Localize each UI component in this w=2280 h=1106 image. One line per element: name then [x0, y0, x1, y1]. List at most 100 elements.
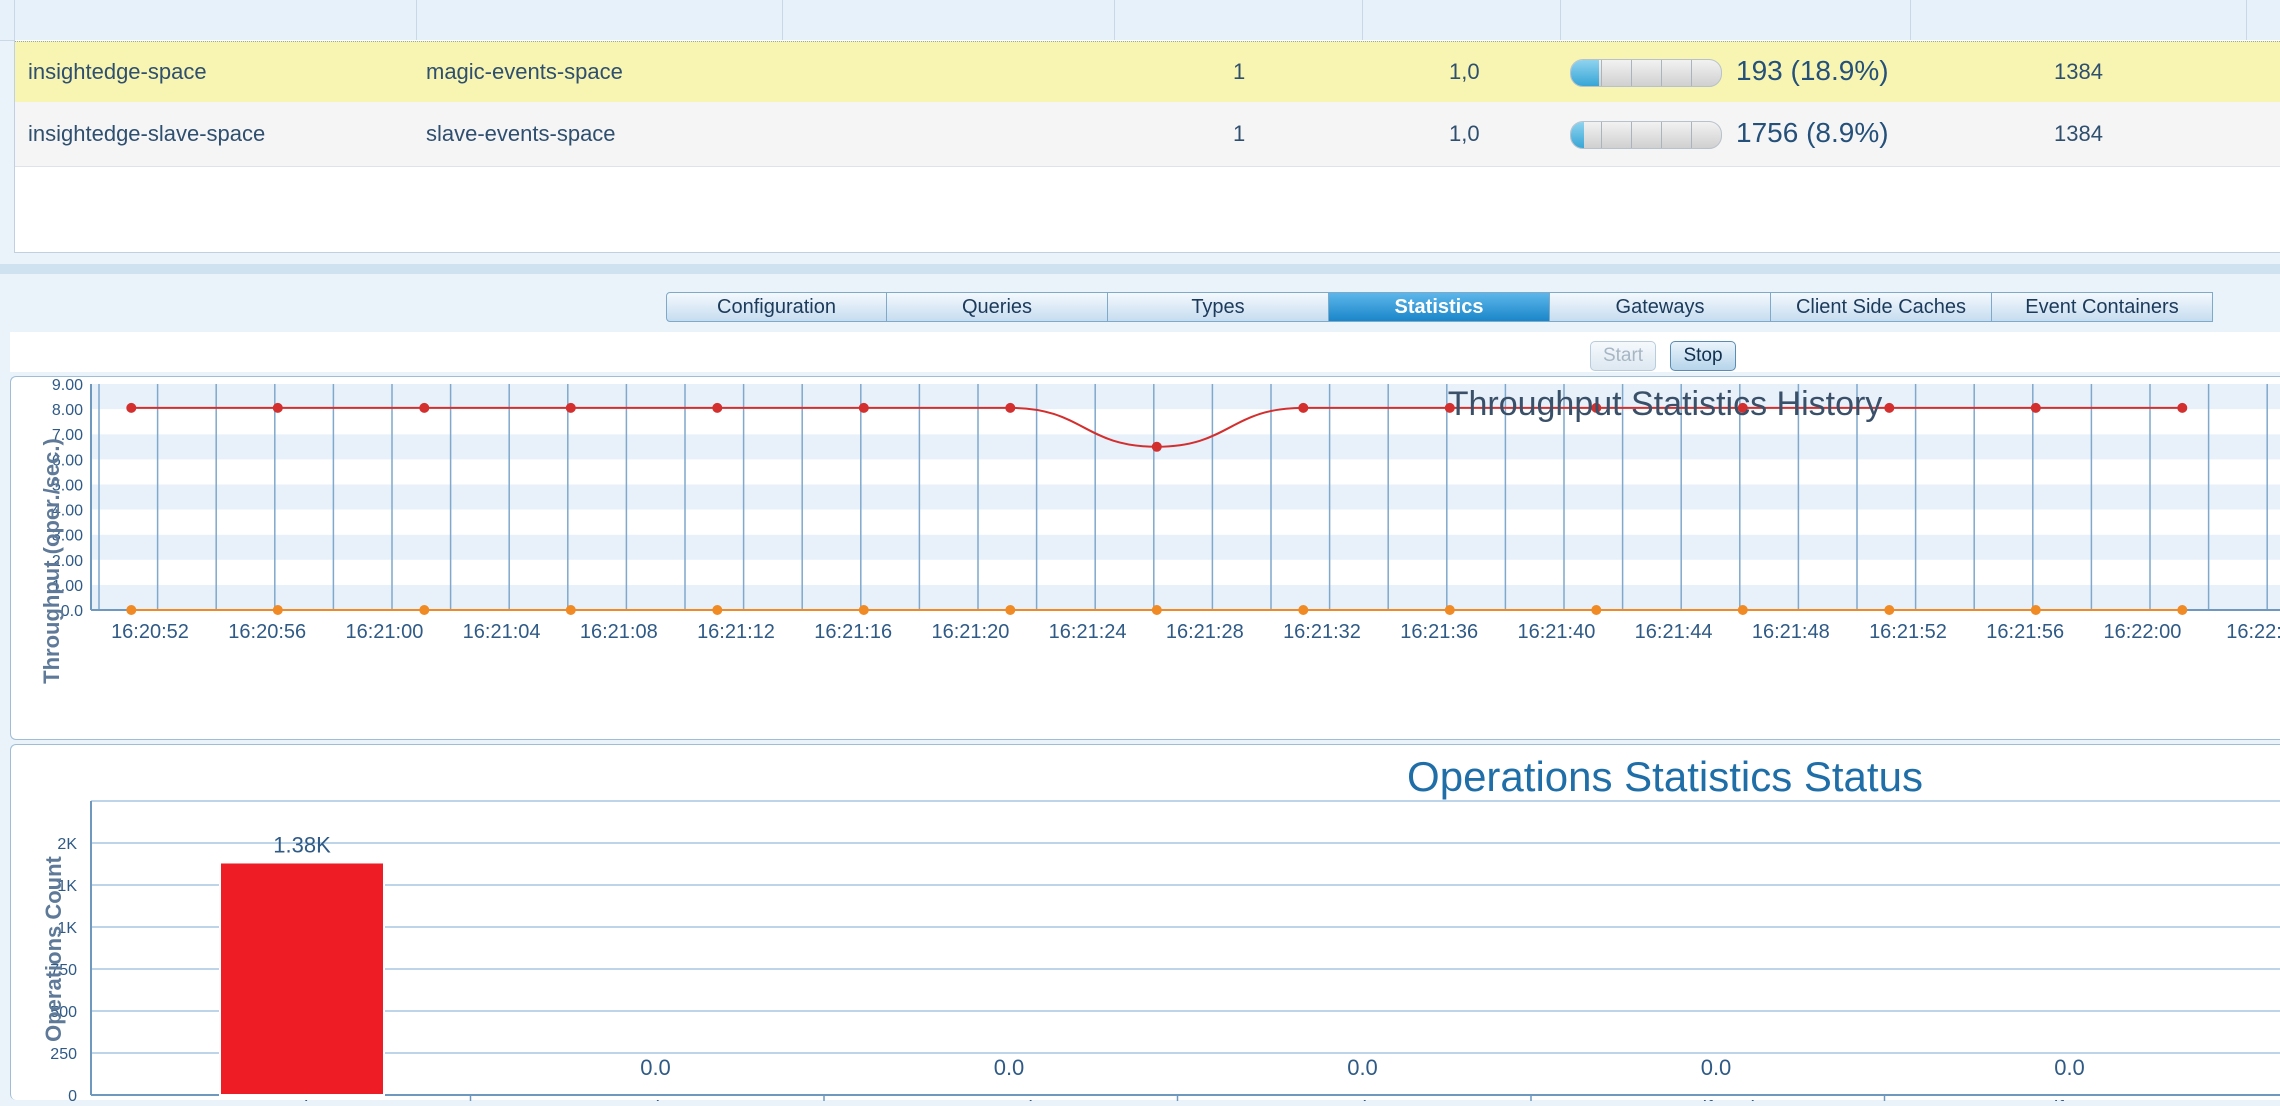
usage-text: 193 (18.9%) — [1736, 55, 1889, 86]
tab-types[interactable]: Types — [1108, 292, 1329, 322]
data-point — [712, 605, 723, 615]
data-point — [565, 605, 576, 615]
x-tick-label: 16:20:52 — [111, 621, 189, 643]
data-point — [1591, 605, 1602, 615]
header-separator — [1114, 0, 1115, 40]
data-point — [858, 402, 869, 413]
throughput-chart-panel: 0.0 1.00 2.00 3.00 4.00 5.00 6.00 7.00 8.00 9.00 … — [10, 376, 2280, 740]
header-separator — [1560, 0, 1561, 40]
x-tick-label: 16:21:36 — [1400, 621, 1478, 643]
y-tick-label: 0.0 — [61, 603, 83, 620]
header-separator — [1362, 0, 1363, 40]
space-name-cell: insightedge-slave-space — [28, 121, 266, 146]
data-point — [1884, 402, 1895, 413]
header-separator — [782, 0, 783, 40]
x-tick-label: 16:21:12 — [697, 621, 775, 643]
space-cell: slave-events-space — [426, 121, 616, 146]
data-point — [2177, 402, 2188, 413]
start-button[interactable]: Start — [1590, 341, 1656, 371]
x-tick-label: 16:21:28 — [1166, 621, 1244, 643]
operations-chart-panel: 02505007501K1K2K 1.38K0.00.00.00.00.0 Wr… — [10, 744, 2280, 1106]
operations-chart: 02505007501K1K2K 1.38K0.00.00.00.00.0 Wr… — [41, 753, 2280, 1106]
header-separator — [14, 0, 15, 40]
grid-band — [91, 559, 2280, 585]
detail-tabs: Configuration Queries Types Statistics G… — [666, 292, 2213, 322]
data-point — [1298, 402, 1309, 413]
tab-event-containers[interactable]: Event Containers — [1992, 292, 2213, 322]
data-label: 1.38K — [273, 832, 331, 857]
tab-client-side-caches[interactable]: Client Side Caches — [1771, 292, 1992, 322]
data-point — [712, 402, 723, 413]
grid-band — [91, 534, 2280, 560]
spaces-grid: insightedge-space magic-events-space 1 1… — [0, 0, 2280, 258]
x-tick-label: 16:21:32 — [1283, 621, 1361, 643]
usage-progress-fill — [1571, 122, 1585, 148]
panel-splitter[interactable] — [0, 264, 2280, 274]
x-tick-label: 16:21:16 — [814, 621, 892, 643]
data-point — [272, 402, 283, 413]
data-point — [565, 402, 576, 413]
grid-band — [91, 434, 2280, 460]
bar — [219, 861, 385, 1096]
table-row[interactable]: insightedge-slave-space slave-events-spa… — [15, 102, 2280, 167]
data-label: 0.0 — [1347, 1055, 1378, 1080]
tab-configuration[interactable]: Configuration — [666, 292, 887, 322]
data-point — [126, 605, 137, 615]
data-point — [1151, 605, 1162, 615]
stop-button[interactable]: Stop — [1670, 341, 1736, 371]
chart-title: Operations Statistics Status — [1407, 753, 1923, 800]
x-tick-label: 16:21:44 — [1635, 621, 1713, 643]
y-axis-label: Throughput (oper./sec.) — [39, 438, 64, 684]
space-name-cell: insightedge-space — [28, 59, 207, 84]
y-tick-label: 9.00 — [52, 377, 83, 394]
data-point — [419, 605, 430, 615]
header-separator — [2246, 0, 2247, 40]
tab-statistics[interactable]: Statistics — [1329, 292, 1550, 322]
x-tick-label: 16:21:20 — [931, 621, 1009, 643]
tab-gateways[interactable]: Gateways — [1550, 292, 1771, 322]
throughput-chart: 0.01.002.003.004.005.006.007.008.009.00 … — [39, 377, 2280, 684]
data-point — [1444, 605, 1455, 615]
data-label: 0.0 — [994, 1055, 1025, 1080]
data-point — [272, 605, 283, 615]
data-point — [2030, 605, 2041, 615]
usage-text: 1756 (8.9%) — [1736, 117, 1889, 148]
data-point — [2030, 402, 2041, 413]
grid-band — [91, 459, 2280, 485]
x-tick-label: 16:21:00 — [345, 621, 423, 643]
x-tick-label: 16:21:04 — [463, 621, 541, 643]
count-cell: 1384 — [2054, 121, 2103, 146]
data-point — [1884, 605, 1895, 615]
y-tick-label: 250 — [50, 1046, 77, 1063]
x-tick-label: 16:21:56 — [1986, 621, 2064, 643]
x-tick-label: 16:21:08 — [580, 621, 658, 643]
tab-queries[interactable]: Queries — [887, 292, 1108, 322]
header-separator — [416, 0, 417, 40]
data-point — [1737, 605, 1748, 615]
grid-header — [0, 0, 2280, 41]
count-cell: 1384 — [2054, 59, 2103, 84]
grid-band — [91, 484, 2280, 510]
x-tick-label: 16:21:40 — [1517, 621, 1595, 643]
usage-progress-bar — [1570, 59, 1722, 87]
space-cell: magic-events-space — [426, 59, 623, 84]
data-point — [1151, 441, 1162, 452]
data-label: 0.0 — [2054, 1055, 2085, 1080]
table-row[interactable]: insightedge-space magic-events-space 1 1… — [15, 41, 2280, 103]
data-point — [1005, 605, 1016, 615]
data-label: 0.0 — [640, 1055, 671, 1080]
x-tick-label: 16:22:00 — [2103, 621, 2181, 643]
x-tick-label: 16:21:48 — [1752, 621, 1830, 643]
y-tick-label: 8.00 — [52, 402, 83, 419]
header-separator — [1910, 0, 1911, 40]
data-point — [1005, 402, 1016, 413]
x-tick-label: 16:22:0 — [2226, 621, 2280, 643]
instances-cell: 1 — [1233, 121, 1246, 146]
data-point — [2177, 605, 2188, 615]
grid-band — [91, 584, 2280, 610]
grid-band — [91, 409, 2280, 435]
grid-band — [91, 384, 2280, 410]
usage-progress-fill — [1571, 60, 1600, 86]
data-point — [419, 402, 430, 413]
y-tick-label: 0 — [68, 1088, 77, 1101]
